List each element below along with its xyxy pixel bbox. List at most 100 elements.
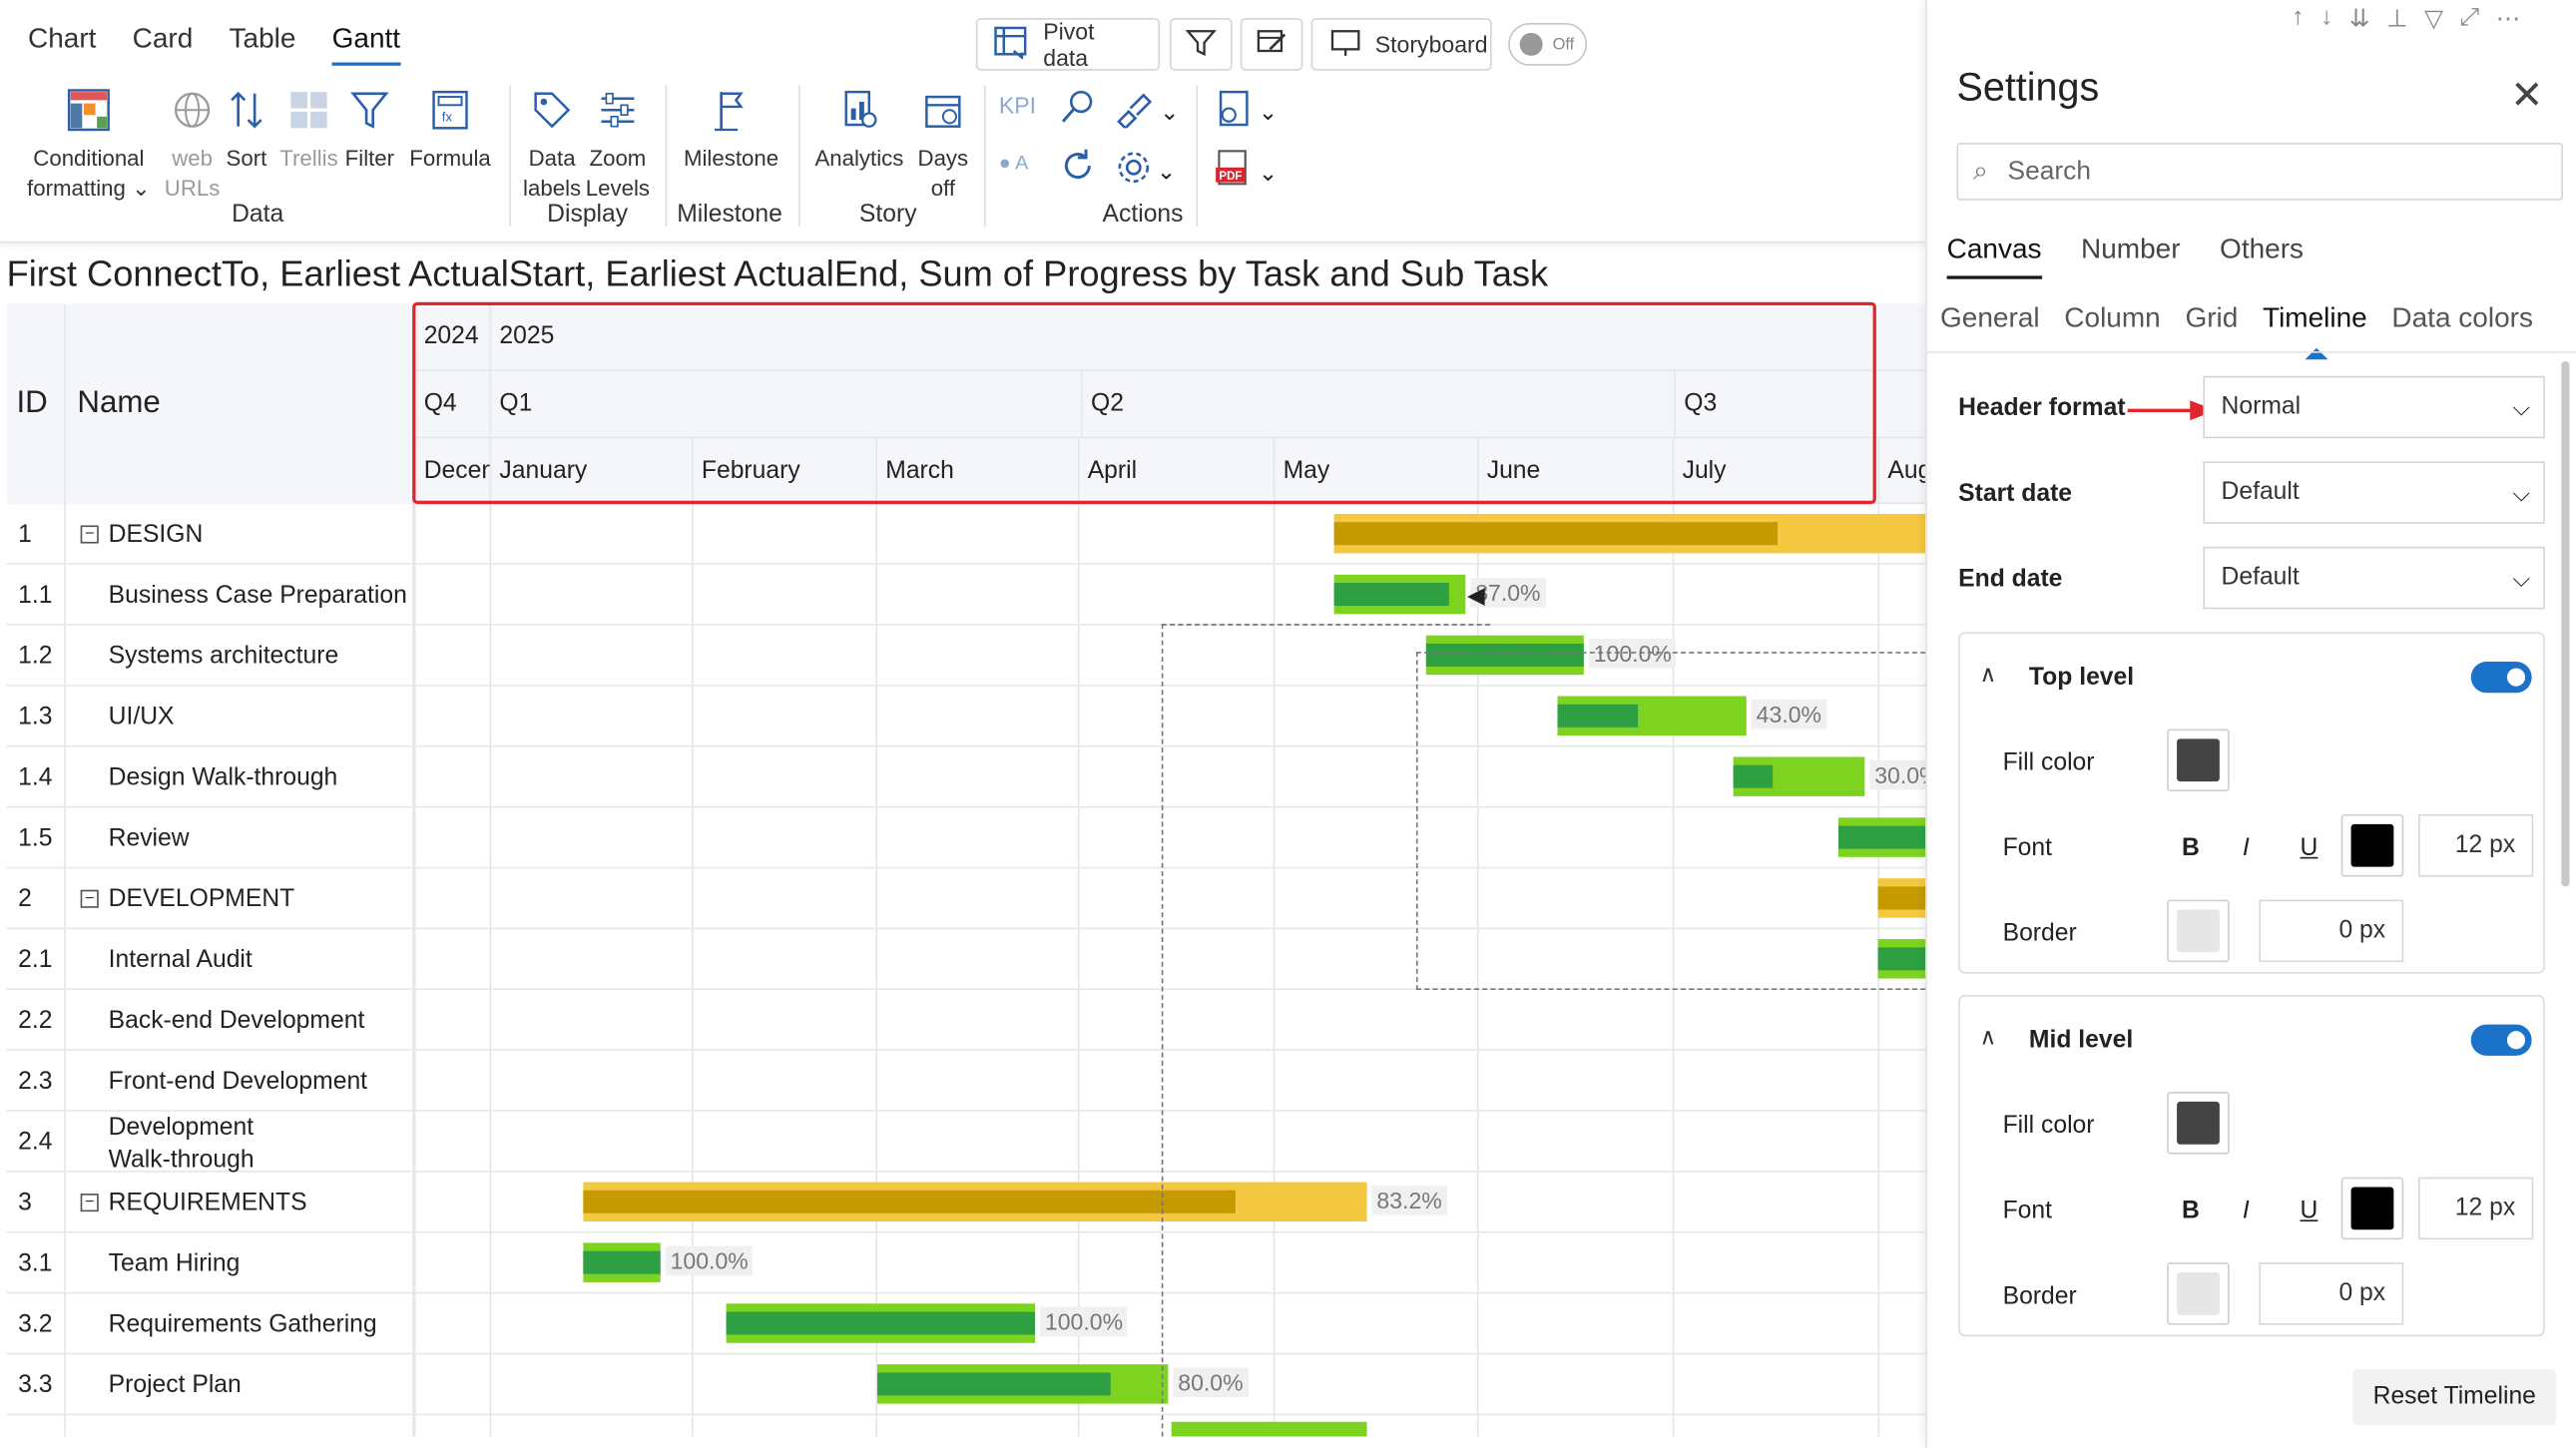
table-row[interactable]: 2.3 Front-end Development <box>6 1051 1926 1112</box>
row-id: 3.2 <box>18 1309 53 1338</box>
top-level-toggle[interactable] <box>2470 662 2532 694</box>
fill-color-swatch[interactable] <box>2167 1092 2230 1155</box>
group-label-display: Display <box>547 200 629 229</box>
pivot-data-button[interactable]: Pivot data <box>975 18 1161 71</box>
storyboard-toggle[interactable]: Off <box>1508 23 1588 66</box>
collapse-caret-icon[interactable]: ∧ <box>1980 1023 1997 1051</box>
tab-others[interactable]: Others <box>2220 234 2304 279</box>
storyboard-button[interactable]: Storyboard <box>1310 18 1492 71</box>
start-date-select[interactable]: Default ⌵ <box>2203 461 2545 524</box>
close-icon[interactable]: ✕ <box>2510 72 2543 120</box>
italic-button[interactable]: I <box>2243 834 2250 862</box>
collapse-icon[interactable]: − <box>80 525 99 544</box>
paint-format-button[interactable]: ⌄ <box>1114 89 1179 137</box>
settings-gear-button[interactable]: ⌄ <box>1114 148 1176 196</box>
fill-color-swatch[interactable] <box>2167 728 2230 791</box>
bold-button[interactable]: B <box>2182 834 2200 862</box>
sort-button[interactable]: Sort <box>224 82 269 174</box>
table-row[interactable]: 3− REQUIREMENTS 83.2% <box>6 1173 1926 1233</box>
hierarchy-icon[interactable]: ⊥ <box>2386 3 2408 33</box>
formula-label: Formula <box>409 146 491 172</box>
data-labels-button[interactable]: Data labels <box>522 82 581 204</box>
arrow-down-icon[interactable]: ↓ <box>2320 3 2332 33</box>
milestone-button[interactable]: Milestone <box>677 82 785 174</box>
double-arrow-down-icon[interactable]: ⇊ <box>2349 3 2370 33</box>
tab-canvas[interactable]: Canvas <box>1946 234 2042 279</box>
filter-icon[interactable]: ▽ <box>2424 3 2443 33</box>
pivot-icon <box>994 25 1030 64</box>
web-urls-button[interactable]: web URLs <box>165 82 221 204</box>
formula-icon: fx <box>407 82 493 138</box>
tab-table[interactable]: Table <box>230 23 296 66</box>
column-header-name[interactable]: Name <box>77 386 160 422</box>
tab-card[interactable]: Card <box>133 23 194 66</box>
font-size-input[interactable]: 12 px <box>2418 814 2534 877</box>
label-toggle-button[interactable]: ● A <box>999 151 1029 174</box>
mid-level-toggle[interactable] <box>2470 1024 2532 1056</box>
subtab-timeline[interactable]: Timeline <box>2263 302 2367 360</box>
table-row[interactable]: 3.1 Team Hiring 100.0% <box>6 1233 1926 1294</box>
font-label: Font <box>2002 833 2053 862</box>
row-id: 3.3 <box>18 1370 53 1399</box>
data-labels-label-2: labels <box>523 176 582 201</box>
end-date-select[interactable]: Default ⌵ <box>2203 546 2545 610</box>
more-icon[interactable]: ⋯ <box>2496 3 2521 33</box>
arrow-up-icon[interactable]: ↑ <box>2292 3 2304 33</box>
border-width-input[interactable]: 0 px <box>2259 899 2404 963</box>
row-name: Requirements Gathering <box>108 1309 377 1338</box>
trellis-button[interactable]: Trellis <box>279 82 338 174</box>
zoom-levels-button[interactable]: Zoom Levels <box>585 82 651 204</box>
table-row[interactable]: 2.2 Back-end Development <box>6 990 1926 1051</box>
panel-scrollbar[interactable] <box>2561 360 2570 887</box>
column-header-id[interactable]: ID <box>16 386 47 422</box>
export-button[interactable]: ⌄ <box>1213 87 1278 138</box>
subtab-column[interactable]: Column <box>2064 302 2160 335</box>
chevron-down-icon: ⌄ <box>1156 157 1177 185</box>
conditional-formatting-button[interactable]: Conditional formatting ⌄ <box>20 82 158 204</box>
table-row[interactable]: 2.4 Development Walk-through <box>6 1112 1926 1174</box>
refresh-button[interactable] <box>1058 146 1098 194</box>
tab-number[interactable]: Number <box>2081 234 2181 279</box>
bold-button[interactable]: B <box>2182 1197 2200 1224</box>
expand-icon[interactable]: ⤢ <box>2460 3 2480 33</box>
border-width-input[interactable]: 0 px <box>2259 1262 2404 1325</box>
font-color-swatch[interactable] <box>2340 814 2404 877</box>
subtab-grid[interactable]: Grid <box>2185 302 2238 335</box>
collapse-icon[interactable]: − <box>80 1194 99 1212</box>
table-row[interactable]: 1 − DESIGN <box>6 504 1926 565</box>
reset-timeline-button[interactable]: Reset Timeline <box>2352 1369 2557 1426</box>
table-row[interactable]: 3.2 Requirements Gathering 100.0% <box>6 1293 1926 1355</box>
start-date-label: Start date <box>1958 479 2073 508</box>
font-size-value: 12 <box>2454 1194 2483 1222</box>
font-size-input[interactable]: 12 px <box>2418 1177 2534 1240</box>
tab-chart[interactable]: Chart <box>28 23 96 66</box>
border-color-swatch-fill <box>2177 909 2220 953</box>
formula-button[interactable]: fx Formula <box>407 82 493 174</box>
header-format-select[interactable]: Normal ⌵ <box>2203 375 2545 439</box>
filter-settings-button[interactable] <box>1170 18 1233 71</box>
italic-button[interactable]: I <box>2243 1197 2250 1224</box>
chart-title: First ConnectTo, Earliest ActualStart, E… <box>6 252 1549 294</box>
row-name: Design Walk-through <box>108 763 338 791</box>
font-color-swatch[interactable] <box>2340 1177 2404 1240</box>
search-action-button[interactable] <box>1058 87 1098 135</box>
collapse-icon[interactable]: − <box>80 889 99 908</box>
days-off-button[interactable]: Days off <box>913 82 972 204</box>
tab-gantt[interactable]: Gantt <box>331 23 401 66</box>
border-color-swatch[interactable] <box>2167 899 2230 963</box>
subtab-general[interactable]: General <box>1940 302 2040 335</box>
table-edit-icon <box>1256 26 1288 64</box>
edit-table-button[interactable] <box>1240 18 1303 71</box>
table-row[interactable]: 3.3 Project Plan 80.0% <box>6 1354 1926 1416</box>
subtab-data-colors[interactable]: Data colors <box>2391 302 2533 335</box>
collapse-caret-icon[interactable]: ∧ <box>1980 660 1997 688</box>
border-color-swatch[interactable] <box>2167 1262 2230 1325</box>
table-row[interactable]: 1.1 Business Case Preparation 87.0% <box>6 565 1926 626</box>
analytics-button[interactable]: Analytics <box>811 82 906 174</box>
export-pdf-button[interactable]: PDF ⌄ <box>1213 148 1278 199</box>
filter-button[interactable]: Filter <box>341 82 397 174</box>
underline-button[interactable]: U <box>2301 1197 2318 1224</box>
kpi-button[interactable]: KPI <box>999 92 1036 118</box>
settings-search-input[interactable]: ⌕ Search <box>1956 143 2563 201</box>
underline-button[interactable]: U <box>2301 834 2318 862</box>
